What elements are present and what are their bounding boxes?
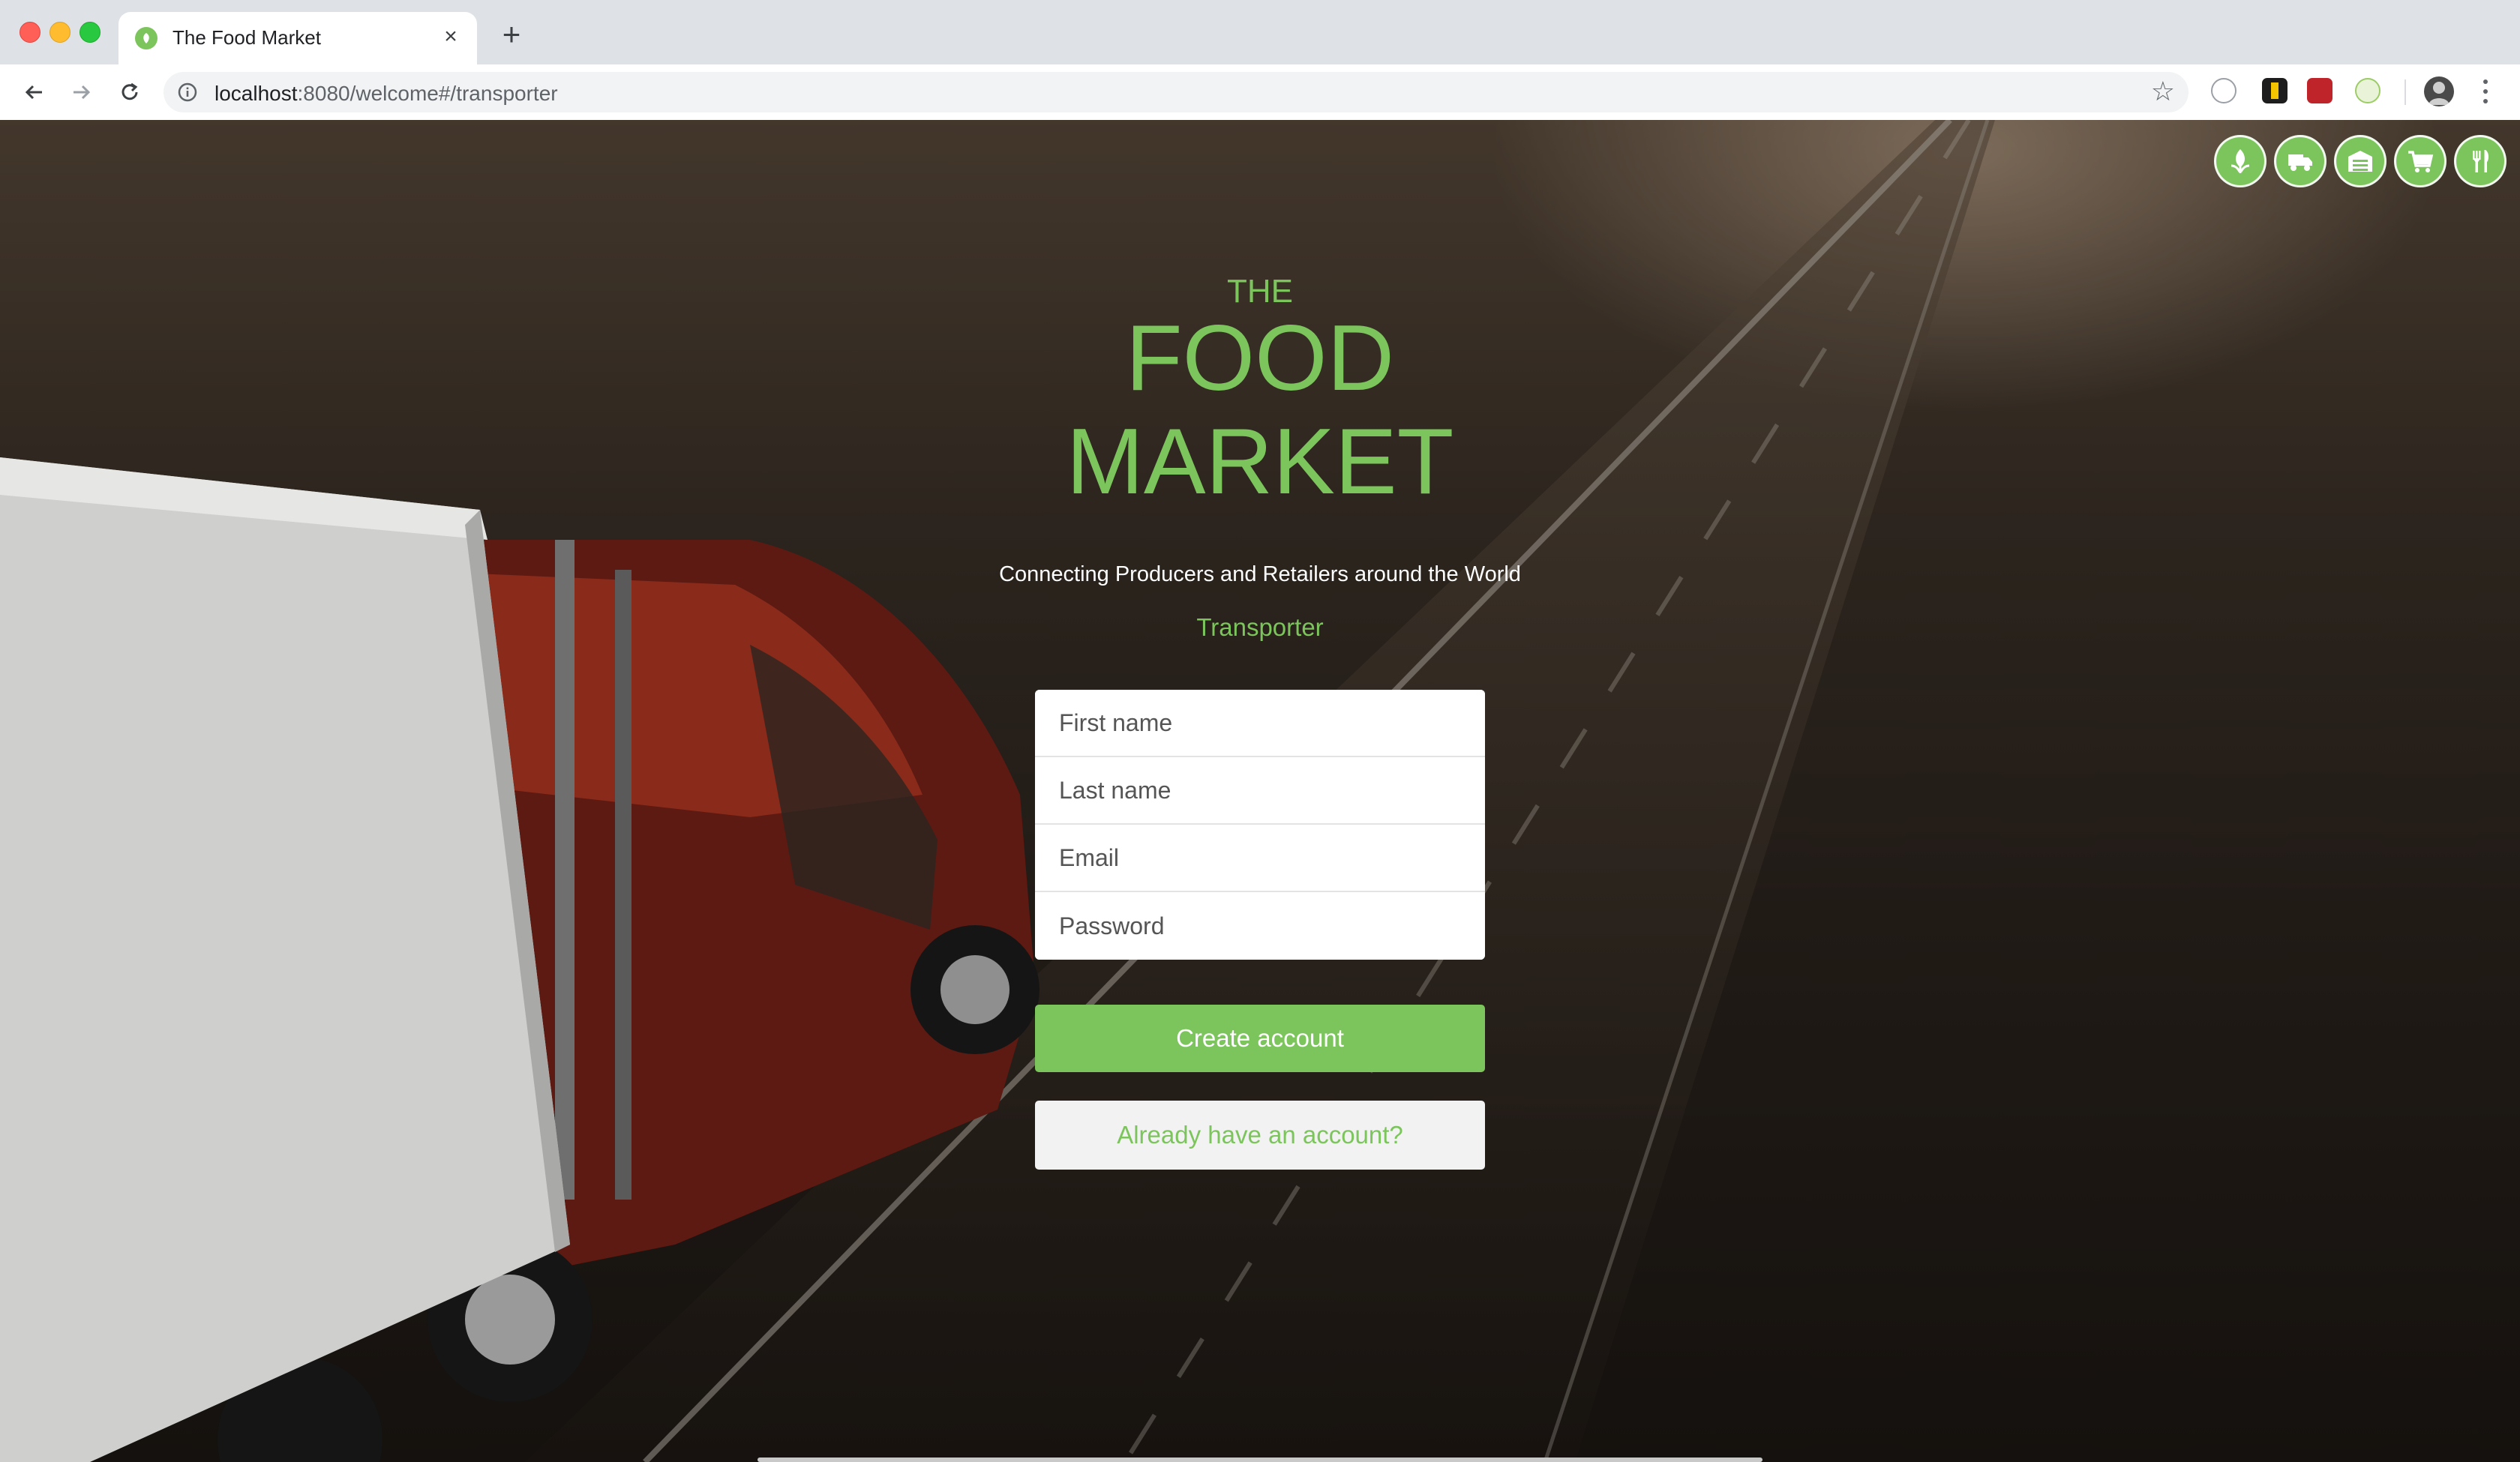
- brand-the: THE: [1227, 273, 1293, 310]
- url-text[interactable]: localhost:8080/welcome#/transporter: [214, 82, 558, 106]
- window-minimize-button[interactable]: [50, 22, 70, 43]
- browser-tab-strip: The Food Market × +: [0, 0, 2520, 64]
- url-host: localhost: [214, 82, 298, 105]
- url-path: :8080/welcome#/transporter: [297, 82, 558, 105]
- tab-title: The Food Market: [172, 26, 321, 49]
- login-link-button[interactable]: Already have an account?: [1035, 1101, 1485, 1170]
- brand-market: MARKET: [1066, 410, 1454, 514]
- address-bar[interactable]: localhost:8080/welcome#/transporter ☆: [164, 72, 2188, 112]
- browser-tab[interactable]: The Food Market ×: [118, 12, 477, 64]
- email-input[interactable]: [1035, 825, 1485, 892]
- profile-avatar[interactable]: [2424, 76, 2454, 106]
- window-close-button[interactable]: [20, 22, 40, 43]
- new-tab-button[interactable]: +: [496, 19, 526, 50]
- create-account-button[interactable]: Create account: [1035, 1005, 1485, 1072]
- retailer-icon[interactable]: [2394, 135, 2446, 187]
- warehouse-icon[interactable]: [2334, 135, 2386, 187]
- browser-menu-icon[interactable]: [2476, 76, 2494, 106]
- last-name-input[interactable]: [1035, 757, 1485, 825]
- extension-red-icon[interactable]: [2307, 78, 2332, 103]
- site-info-icon[interactable]: [177, 82, 198, 106]
- toolbar-separator: [2404, 79, 2406, 105]
- window-zoom-button[interactable]: [80, 22, 100, 43]
- role-icon-bar: [2214, 135, 2506, 187]
- password-input[interactable]: [1035, 892, 1485, 960]
- tagline: Connecting Producers and Retailers aroun…: [999, 562, 1521, 586]
- bookmark-star-icon[interactable]: ☆: [2151, 78, 2175, 105]
- back-arrow-icon[interactable]: [16, 75, 51, 109]
- extension-green-icon[interactable]: [2355, 78, 2380, 103]
- browser-toolbar: localhost:8080/welcome#/transporter ☆: [0, 64, 2520, 121]
- tab-close-icon[interactable]: ×: [436, 22, 465, 51]
- signup-form: [1035, 690, 1485, 960]
- role-label: Transporter: [1196, 613, 1324, 641]
- favicon-icon: [135, 27, 158, 49]
- brand-food: FOOD: [1125, 307, 1395, 410]
- first-name-input[interactable]: [1035, 690, 1485, 757]
- horizontal-scrollbar[interactable]: [758, 1458, 1762, 1462]
- transporter-icon[interactable]: [2274, 135, 2326, 187]
- producer-icon[interactable]: [2214, 135, 2266, 187]
- extension-flag-icon[interactable]: [2262, 78, 2288, 103]
- extension-circle-icon[interactable]: [2211, 78, 2236, 103]
- forward-arrow-icon[interactable]: [64, 75, 99, 109]
- welcome-page: THE FOOD MARKET Connecting Producers and…: [0, 120, 2520, 1462]
- reload-icon[interactable]: [112, 75, 147, 109]
- restaurant-icon[interactable]: [2454, 135, 2506, 187]
